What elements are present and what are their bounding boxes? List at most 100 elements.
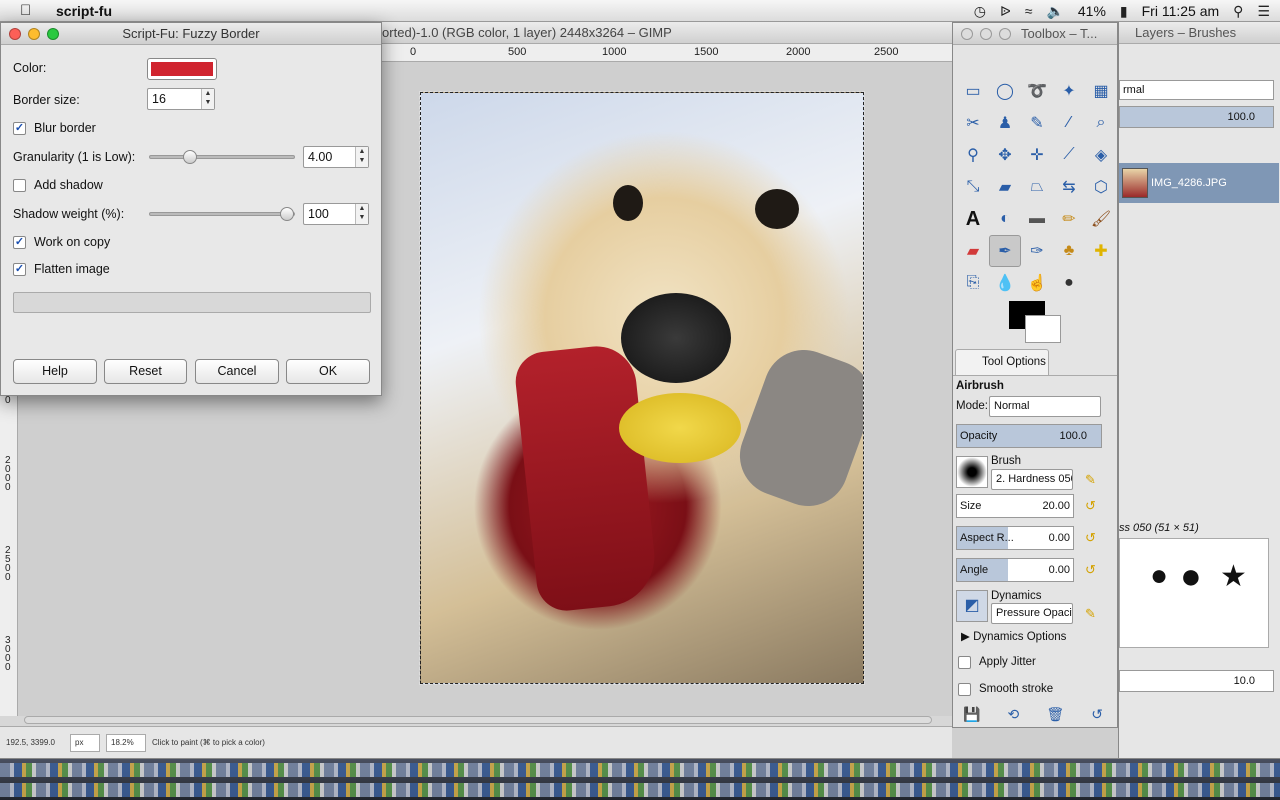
ellipse-select-icon[interactable]: ◯ — [989, 75, 1021, 107]
minimize-icon[interactable] — [980, 28, 992, 40]
layer-name[interactable]: IMG_4286.JPG — [1151, 177, 1227, 189]
opacity-value[interactable]: 100.0 — [1059, 425, 1087, 447]
rect-select-icon[interactable]: ▭ — [957, 75, 989, 107]
unit-select[interactable]: px — [70, 733, 100, 752]
lasso-icon[interactable]: ➰ — [1021, 75, 1053, 107]
granularity-slider-handle[interactable] — [182, 150, 197, 164]
work-on-copy-label[interactable]: Work on copy — [34, 235, 110, 249]
smooth-stroke-label[interactable]: Smooth stroke — [979, 683, 1053, 696]
cancel-button[interactable]: Cancel — [195, 359, 279, 384]
shadow-weight-value[interactable]: 100 — [304, 204, 355, 224]
tool-options-tab-label[interactable]: Tool Options — [982, 356, 1046, 368]
brush-hard-icon[interactable]: ● — [1180, 555, 1202, 597]
wifi-icon[interactable]: ≈ — [1025, 3, 1033, 19]
granularity-slider[interactable] — [149, 150, 295, 164]
scissors-icon[interactable]: ✂ — [957, 107, 989, 139]
mode-select[interactable]: Normal — [989, 396, 1101, 417]
color-button[interactable] — [147, 58, 217, 80]
perspective-icon[interactable]: ⏢ — [1021, 171, 1053, 203]
shadow-weight-spinner[interactable]: 100 ▲ ▼ — [303, 203, 369, 225]
blur-border-checkbox[interactable]: ✓ — [13, 121, 26, 135]
zoom-select[interactable]: 18.2% — [106, 733, 146, 752]
smooth-stroke-checkbox[interactable] — [958, 683, 971, 696]
save-options-icon[interactable]: 💾 — [963, 706, 980, 723]
smooth-stroke-row[interactable]: Smooth stroke — [958, 683, 1053, 696]
brush-round-icon[interactable]: ● — [1150, 559, 1168, 593]
dog-photo[interactable] — [419, 91, 865, 685]
opacity-slider[interactable]: Opacity 100.0 — [956, 424, 1102, 448]
flatten-image-checkbox[interactable]: ✓ — [13, 262, 26, 276]
clone-icon[interactable]: ♣ — [1053, 235, 1085, 267]
color-picker-icon[interactable]: ⁄ — [1053, 107, 1085, 139]
rotate-icon[interactable]: ◈ — [1085, 139, 1117, 171]
dynamics-icon[interactable]: ◩ — [956, 590, 988, 622]
blur-border-checkbox-row[interactable]: ✓ Blur border — [13, 121, 96, 135]
app-name[interactable]: script-fu — [56, 3, 112, 19]
cage-icon[interactable]: ⬡ — [1085, 171, 1117, 203]
spinner-arrows-icon[interactable]: ▲ ▼ — [355, 204, 368, 224]
bluetooth-icon[interactable]: ᐉ — [1000, 3, 1011, 20]
size-slider[interactable]: Size 20.00 — [956, 494, 1074, 518]
brush-star-icon[interactable]: ★ — [1220, 559, 1247, 594]
reset-size-icon[interactable]: ↺ — [1085, 498, 1096, 514]
brush-spacing-value[interactable]: 10.0 — [1234, 675, 1255, 687]
delete-options-icon[interactable]: 🗑 — [1046, 706, 1064, 723]
perspective-clone-icon[interactable]: ⎘ — [957, 267, 989, 299]
granularity-spinner[interactable]: 4.00 ▲ ▼ — [303, 146, 369, 168]
zoom-icon[interactable] — [999, 28, 1011, 40]
blend-icon[interactable]: ▬ — [1021, 203, 1053, 235]
clock[interactable]: Fri 11:25 am — [1142, 3, 1220, 19]
shadow-weight-slider-handle[interactable] — [280, 207, 294, 221]
work-on-copy-checkbox[interactable]: ✓ — [13, 235, 26, 249]
border-size-spinner[interactable]: 16 ▲ ▼ — [147, 88, 215, 110]
notification-icon[interactable]: ☰ — [1257, 3, 1270, 20]
flatten-image-label[interactable]: Flatten image — [34, 262, 110, 276]
help-button[interactable]: Help — [13, 359, 97, 384]
layer-opacity-value[interactable]: 100.0 — [1227, 111, 1255, 123]
pencil-icon[interactable]: ✏ — [1053, 203, 1085, 235]
blur-border-label[interactable]: Blur border — [34, 121, 96, 135]
brush-select[interactable]: 2. Hardness 050 — [991, 469, 1073, 490]
move-icon[interactable]: ✥ — [989, 139, 1021, 171]
apply-jitter-checkbox[interactable] — [958, 656, 971, 669]
layer-row[interactable]: IMG_4286.JPG — [1119, 163, 1279, 203]
reset-button[interactable]: Reset — [104, 359, 187, 384]
apply-jitter-label[interactable]: Apply Jitter — [979, 656, 1036, 669]
close-icon[interactable] — [9, 28, 21, 40]
dynamics-select[interactable]: Pressure Opacity — [991, 603, 1073, 624]
flatten-image-checkbox-row[interactable]: ✓ Flatten image — [13, 262, 110, 276]
angle-slider[interactable]: Angle 0.00 — [956, 558, 1074, 582]
brush-preview[interactable] — [956, 456, 988, 488]
ink-icon[interactable]: ✑ — [1021, 235, 1053, 267]
text-tool-icon[interactable]: A — [957, 203, 989, 235]
measure-icon[interactable]: ⚲ — [957, 139, 989, 171]
edit-brush-icon[interactable]: ✎ — [1085, 472, 1096, 488]
reset-angle-icon[interactable]: ↺ — [1085, 562, 1096, 578]
background-color[interactable] — [1025, 315, 1061, 343]
apply-jitter-row[interactable]: Apply Jitter — [958, 656, 1036, 669]
ok-button[interactable]: OK — [286, 359, 370, 384]
dodge-burn-icon[interactable]: ● — [1053, 267, 1085, 299]
foreground-select-icon[interactable]: ♟ — [989, 107, 1021, 139]
spotlight-icon[interactable]: ⚲ — [1233, 3, 1243, 20]
fuzzy-select-icon[interactable]: ✦ — [1053, 75, 1085, 107]
add-shadow-checkbox[interactable] — [13, 178, 26, 192]
time-machine-icon[interactable]: ◷ — [974, 3, 986, 20]
apple-icon[interactable]:  — [20, 2, 38, 19]
crop-icon[interactable]: ⟋ — [1053, 139, 1085, 171]
aspect-value[interactable]: 0.00 — [1049, 527, 1070, 549]
dynamics-options-expander[interactable]: ▶ Dynamics Options — [961, 629, 1066, 643]
zoom-tool-icon[interactable]: ⌕ — [1085, 107, 1117, 139]
add-shadow-checkbox-row[interactable]: Add shadow — [13, 178, 103, 192]
paintbrush-icon[interactable]: 🖌 — [1085, 203, 1117, 235]
scale-icon[interactable]: ⤡ — [957, 171, 989, 203]
eraser-icon[interactable]: ▰ — [957, 235, 989, 267]
dock-app-icons[interactable] — [0, 763, 1280, 777]
tab-tool-options[interactable]: Tool Options — [955, 349, 1049, 375]
border-size-value[interactable]: 16 — [148, 89, 201, 109]
align-icon[interactable]: ✛ — [1021, 139, 1053, 171]
bucket-fill-icon[interactable]: ◐ — [989, 203, 1021, 235]
brush-grid[interactable]: ● ● ★ — [1119, 538, 1269, 648]
edit-dynamics-icon[interactable]: ✎ — [1085, 606, 1096, 622]
restore-options-icon[interactable]: ⟲ — [1008, 706, 1020, 723]
